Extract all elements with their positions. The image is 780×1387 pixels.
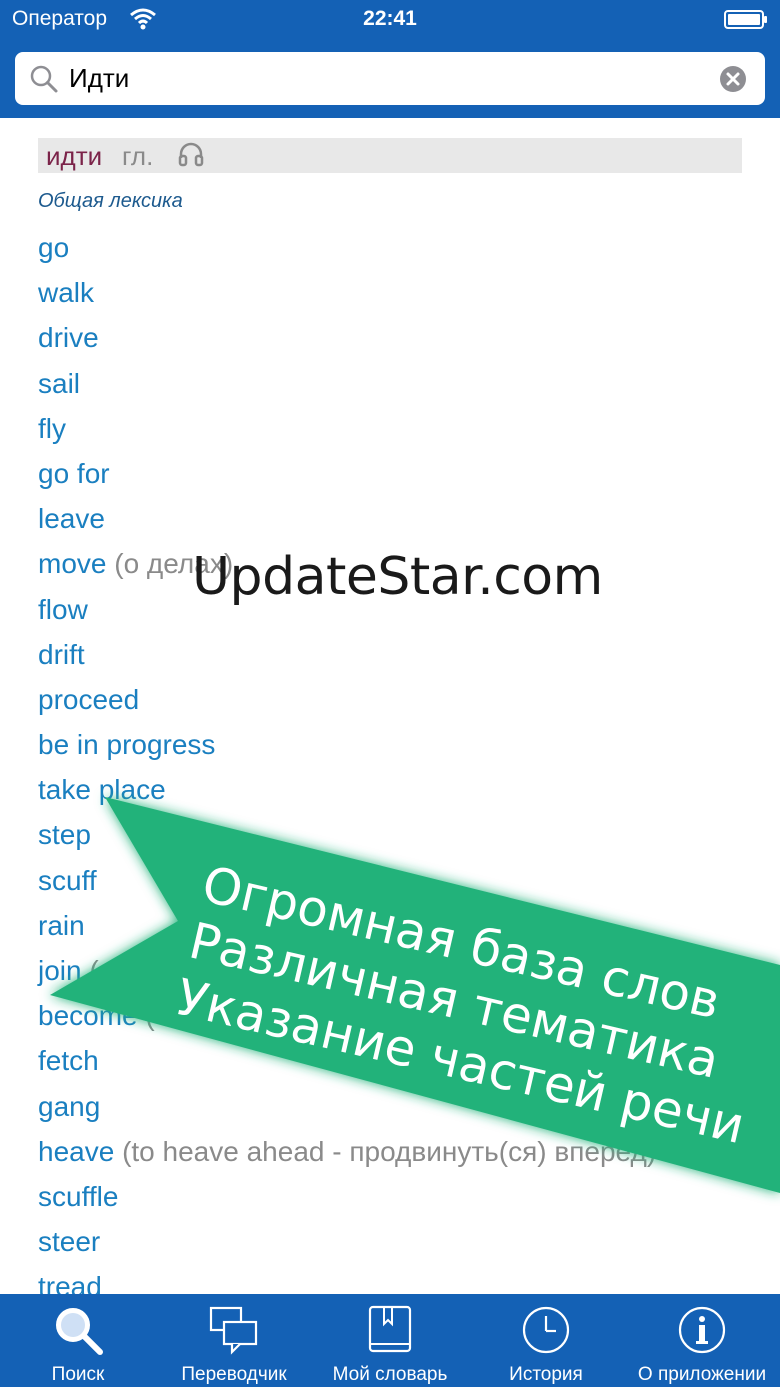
- tab-bar: Поиск Переводчик Мой словарь История О п…: [0, 1294, 780, 1387]
- translation-word[interactable]: gang: [38, 1091, 100, 1122]
- clock: 22:41: [363, 7, 417, 30]
- translation-word[interactable]: heave: [38, 1136, 114, 1167]
- info-icon: [678, 1306, 726, 1354]
- translation-word[interactable]: flow: [38, 594, 88, 625]
- translation-item[interactable]: go for: [38, 451, 656, 496]
- translation-list: go walk drive sail fly go for leave move (о дел…: [38, 225, 656, 1294]
- book-icon: [368, 1305, 412, 1353]
- translation-word[interactable]: go for: [38, 458, 110, 489]
- headword-row: идти гл.: [38, 138, 742, 173]
- translation-word[interactable]: fly: [38, 413, 66, 444]
- translation-note: (: [89, 955, 99, 986]
- translation-item[interactable]: go: [38, 225, 656, 270]
- translation-note: (: [145, 1000, 155, 1032]
- tab-label: История: [509, 1364, 583, 1385]
- tab-label: Переводчик: [181, 1364, 287, 1385]
- translation-word[interactable]: scuff: [38, 865, 97, 896]
- headword: идти: [46, 141, 103, 171]
- translation-item[interactable]: proceed: [38, 677, 656, 722]
- tab-label: О приложении: [637, 1364, 767, 1385]
- translation-word[interactable]: proceed: [38, 684, 139, 715]
- translation-item[interactable]: step: [38, 812, 656, 857]
- tab-history[interactable]: История: [468, 1294, 624, 1387]
- translation-item[interactable]: steer: [38, 1219, 656, 1264]
- translation-item[interactable]: drive: [38, 315, 656, 360]
- translation-item[interactable]: tread: [38, 1264, 656, 1294]
- translation-word[interactable]: be in progress: [38, 729, 215, 760]
- translation-item[interactable]: be in progress: [38, 722, 656, 767]
- translation-item[interactable]: walk: [38, 270, 656, 315]
- translation-item[interactable]: take place: [38, 767, 656, 812]
- translation-item[interactable]: fly: [38, 406, 656, 451]
- watermark: UpdateStar.com: [192, 547, 603, 607]
- search-box[interactable]: [15, 52, 765, 105]
- translation-word[interactable]: move: [38, 548, 106, 579]
- clock-icon: [522, 1306, 570, 1354]
- tab-label: Мой словарь: [332, 1364, 448, 1385]
- tab-my-dictionary[interactable]: Мой словарь: [312, 1294, 468, 1387]
- search-icon: [30, 65, 58, 93]
- translation-word[interactable]: sail: [38, 368, 80, 399]
- status-bar: Оператор 22:41: [0, 0, 780, 40]
- battery-icon: [724, 10, 767, 29]
- translation-word[interactable]: fetch: [38, 1045, 99, 1076]
- chat-bubbles-icon: [209, 1306, 258, 1355]
- search-icon: [56, 1308, 103, 1355]
- translation-word[interactable]: take place: [38, 774, 166, 805]
- translation-note: (to heave ahead - продвинуть(ся) вперед): [122, 1135, 657, 1167]
- headphones-icon[interactable]: [178, 142, 204, 168]
- part-of-speech: гл.: [122, 141, 154, 171]
- tab-about[interactable]: О приложении: [624, 1294, 780, 1387]
- translation-word[interactable]: join: [38, 955, 82, 986]
- translation-word[interactable]: scuffle: [38, 1181, 118, 1212]
- translation-item[interactable]: sail: [38, 361, 656, 406]
- translation-item[interactable]: drift: [38, 632, 656, 677]
- tab-label: Поиск: [51, 1364, 105, 1385]
- translation-word[interactable]: go: [38, 232, 69, 263]
- translation-word[interactable]: leave: [38, 503, 105, 534]
- search-bar: [0, 40, 780, 118]
- translation-word[interactable]: drift: [38, 639, 85, 670]
- clear-search-icon[interactable]: [719, 65, 747, 93]
- search-input[interactable]: [69, 52, 709, 105]
- tab-translator[interactable]: Переводчик: [156, 1294, 312, 1387]
- section-label: Общая лексика: [38, 190, 183, 212]
- translation-word[interactable]: tread: [38, 1271, 102, 1294]
- translation-word[interactable]: become: [38, 1000, 138, 1031]
- translation-word[interactable]: rain: [38, 910, 85, 941]
- translation-word[interactable]: steer: [38, 1226, 100, 1257]
- translation-item[interactable]: heave (to heave ahead - продвинуть(ся) в…: [38, 1129, 656, 1174]
- tab-search[interactable]: Поиск: [0, 1294, 156, 1387]
- translation-item[interactable]: leave: [38, 496, 656, 541]
- translation-word[interactable]: walk: [38, 277, 94, 308]
- translation-word[interactable]: step: [38, 819, 91, 850]
- translation-word[interactable]: drive: [38, 322, 99, 353]
- translation-item[interactable]: scuffle: [38, 1174, 656, 1219]
